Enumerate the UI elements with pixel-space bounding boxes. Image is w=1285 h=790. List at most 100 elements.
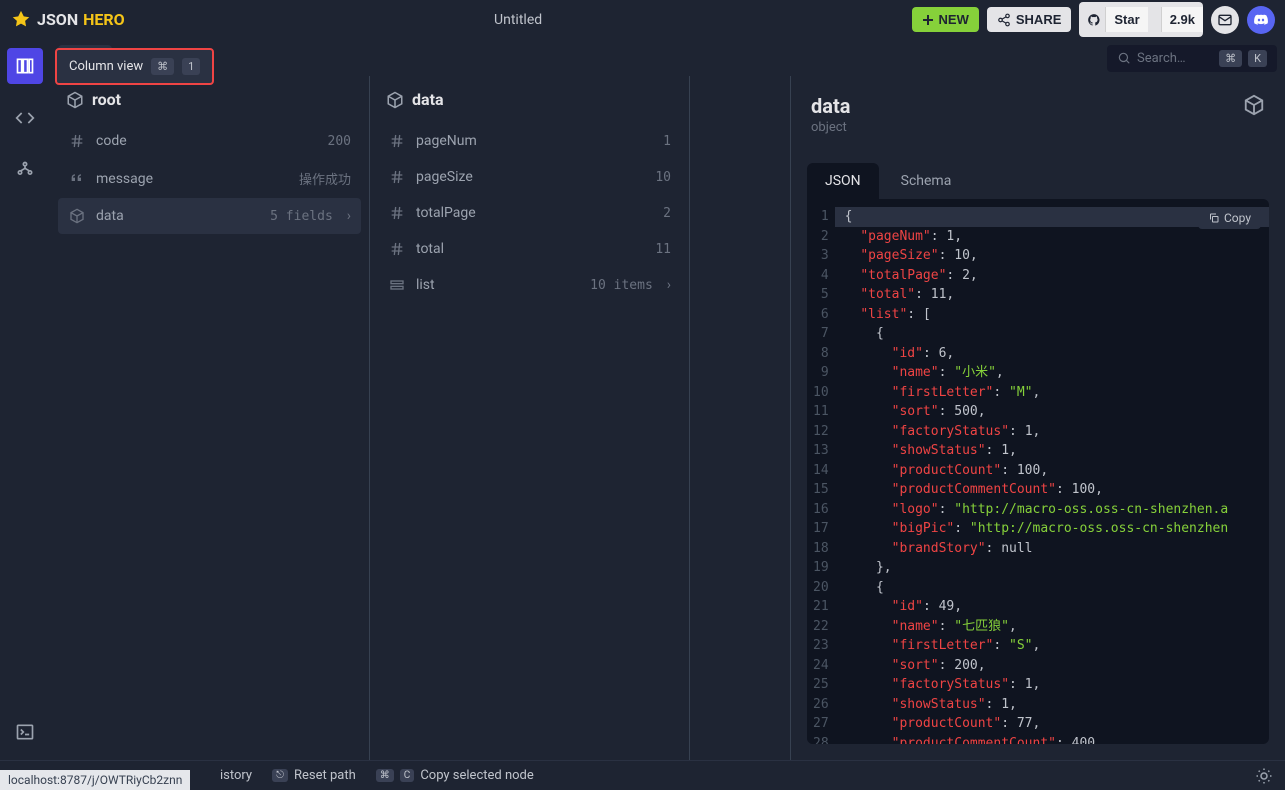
column-item-pageNum[interactable]: pageNum 1 <box>378 123 681 159</box>
item-value: 2 <box>663 206 671 221</box>
item-value: 5 fields <box>270 209 333 224</box>
cube-icon <box>1243 94 1265 116</box>
footer-reset-path[interactable]: ⎋ Reset path <box>272 768 356 783</box>
item-value: 200 <box>328 134 351 149</box>
item-label: totalPage <box>416 205 653 221</box>
logo-icon <box>10 9 32 31</box>
discord-button[interactable] <box>1247 6 1275 34</box>
column-item-message[interactable]: message 操作成功 <box>58 159 361 198</box>
column-item-totalPage[interactable]: totalPage 2 <box>378 195 681 231</box>
item-label: pageNum <box>416 133 653 149</box>
share-button[interactable]: SHARE <box>987 7 1072 32</box>
footer-copy-label: Copy selected node <box>420 768 533 783</box>
star-count: 2.9k <box>1161 7 1203 32</box>
mail-button[interactable] <box>1211 6 1239 34</box>
column-item-code[interactable]: code 200 <box>58 123 361 159</box>
new-button[interactable]: NEW <box>912 7 979 32</box>
sidebar-code-view[interactable] <box>7 100 43 136</box>
columns-icon <box>15 56 35 76</box>
footer-history[interactable]: istory <box>220 768 252 783</box>
url-hint: localhost:8787/j/OWTRiyCb2znn <box>0 770 190 790</box>
chevron-right-icon: › <box>667 277 671 293</box>
inspector-tab-schema[interactable]: Schema <box>883 163 970 199</box>
kbd-cmd: ⌘ <box>376 769 394 782</box>
array-icon <box>388 277 406 293</box>
column-item-data[interactable]: data 5 fields › <box>58 198 361 234</box>
plus-icon <box>922 14 934 26</box>
column-data-header: data <box>370 76 689 123</box>
cube-icon <box>386 91 404 109</box>
hash-icon <box>388 241 406 257</box>
item-label: total <box>416 241 645 257</box>
quote-icon <box>68 171 86 187</box>
tooltip-kbd-1: 1 <box>182 58 200 75</box>
code-icon <box>15 108 35 128</box>
column-root: root code200message操作成功data5 fields› <box>50 76 370 760</box>
column-data-title: data <box>412 90 444 109</box>
header: JSON HERO Untitled NEW SHARE Star 2.9k <box>0 0 1285 40</box>
item-label: data <box>96 208 260 224</box>
column-view-tooltip: Column view ⌘ 1 <box>55 48 214 85</box>
item-value: 10 items <box>590 278 653 293</box>
chevron-right-icon: › <box>347 208 351 224</box>
terminal-icon <box>15 722 35 742</box>
theme-toggle[interactable] <box>1255 767 1273 785</box>
mail-icon <box>1217 12 1233 28</box>
search-placeholder: Search… <box>1137 51 1213 66</box>
document-title[interactable]: Untitled <box>125 12 912 28</box>
item-value: 11 <box>655 242 671 257</box>
inspector-type: object <box>811 120 1243 135</box>
item-label: code <box>96 133 318 149</box>
kbd-esc: ⎋ <box>272 769 288 782</box>
kbd-c: C <box>400 769 415 782</box>
code-body[interactable]: { "pageNum": 1, "pageSize": 10, "totalPa… <box>835 199 1269 744</box>
column-item-total[interactable]: total 11 <box>378 231 681 267</box>
sidebar-terminal[interactable] <box>7 714 43 750</box>
share-button-label: SHARE <box>1016 12 1062 27</box>
search-icon <box>1117 51 1131 65</box>
footer: localhost:8787/j/OWTRiyCb2znn istory ⎋ Re… <box>0 760 1285 790</box>
tooltip-kbd-cmd: ⌘ <box>151 58 174 75</box>
sun-icon <box>1255 767 1273 785</box>
sidebar-tree-view[interactable] <box>7 152 43 188</box>
share-icon <box>997 13 1011 27</box>
item-label: pageSize <box>416 169 645 185</box>
item-value: 1 <box>663 134 671 149</box>
code-gutter: 1234567891011121314151617181920212223242… <box>807 199 835 744</box>
logo-text-json: JSON <box>37 10 78 29</box>
code-viewer[interactable]: Copy 12345678910111213141516171819202122… <box>807 199 1269 744</box>
sidebar-column-view[interactable] <box>7 48 43 84</box>
github-star-button[interactable]: Star 2.9k <box>1079 2 1203 37</box>
column-item-pageSize[interactable]: pageSize 10 <box>378 159 681 195</box>
hash-icon <box>388 205 406 221</box>
star-label: Star <box>1105 7 1147 32</box>
cube-icon <box>66 91 84 109</box>
item-label: message <box>96 171 289 187</box>
footer-history-label: istory <box>220 768 252 783</box>
logo-text-hero: HERO <box>83 10 125 29</box>
item-value: 10 <box>655 170 671 185</box>
column-data: data pageNum 1 pageSize 10 totalPage 2 total 11… <box>370 76 690 760</box>
sidebar <box>0 40 50 760</box>
header-actions: NEW SHARE Star 2.9k <box>912 2 1275 37</box>
new-button-label: NEW <box>939 12 969 27</box>
hash-icon <box>388 133 406 149</box>
footer-reset-label: Reset path <box>294 768 356 783</box>
search-kbd-k: K <box>1248 50 1267 67</box>
footer-copy-node[interactable]: ⌘ C Copy selected node <box>376 768 534 783</box>
discord-icon <box>1253 12 1269 28</box>
cube-icon <box>68 208 86 224</box>
tooltip-label: Column view <box>69 59 143 74</box>
search-kbd-cmd: ⌘ <box>1219 50 1242 67</box>
search-input[interactable]: Search… ⌘ K <box>1107 45 1277 72</box>
inspector-tab-json[interactable]: JSON <box>807 163 879 199</box>
hash-icon <box>68 133 86 149</box>
inspector-title: data <box>811 94 1243 118</box>
copy-button[interactable]: Copy <box>1198 207 1261 229</box>
column-item-list[interactable]: list10 items› <box>378 267 681 303</box>
inspector-panel: data object JSON Schema Copy 12345678910… <box>790 76 1285 760</box>
logo[interactable]: JSON HERO <box>10 9 125 31</box>
github-icon <box>1087 13 1101 27</box>
copy-label: Copy <box>1224 211 1251 225</box>
item-value: 操作成功 <box>299 169 351 188</box>
